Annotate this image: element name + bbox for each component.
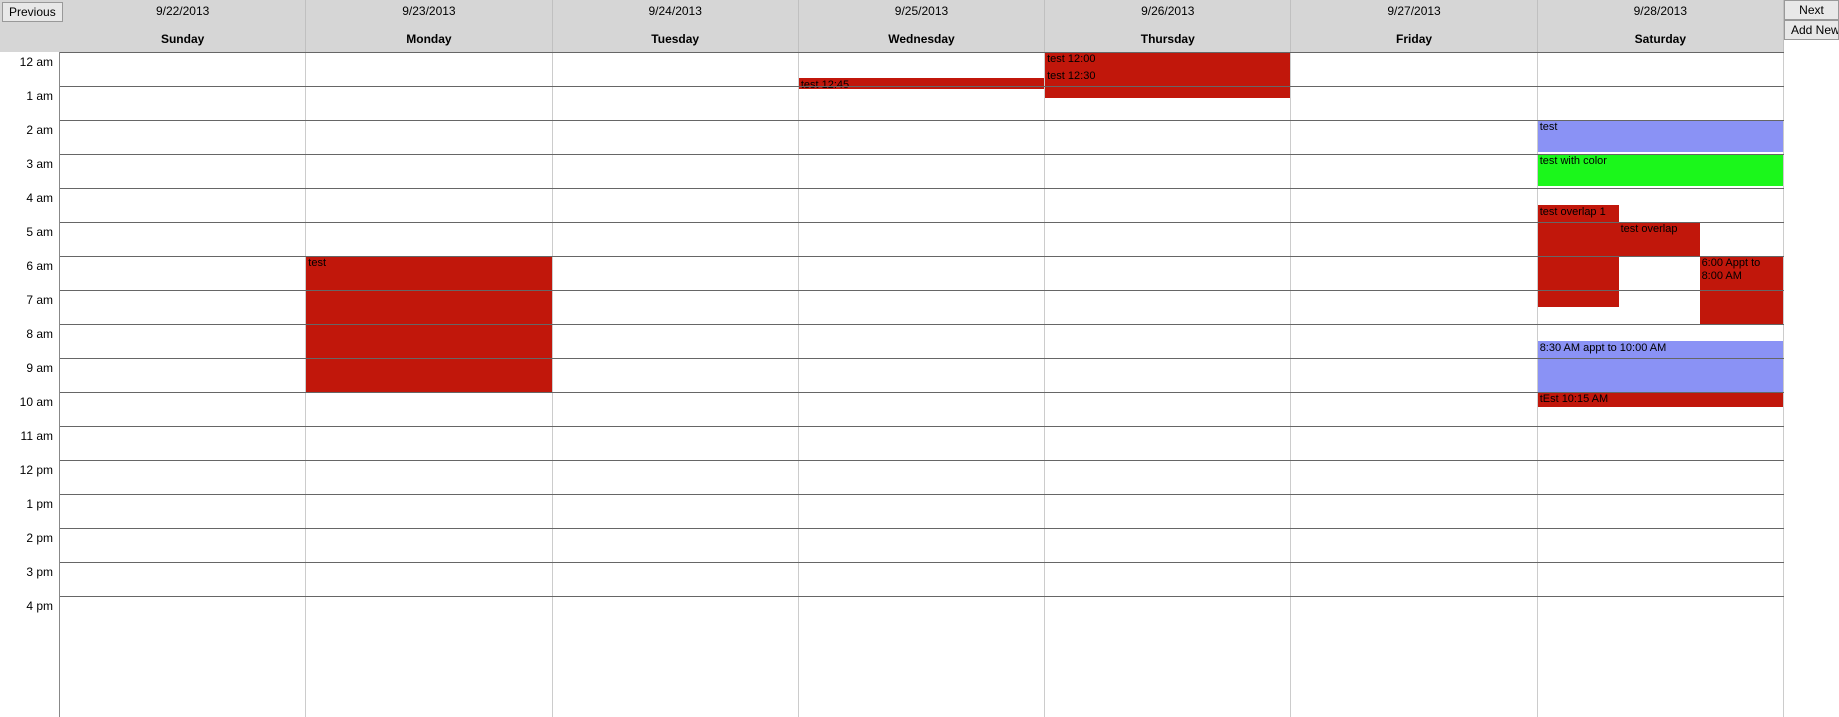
calendar-event[interactable]: tEst 10:15 AM: [1538, 392, 1783, 407]
day-header[interactable]: 9/28/2013 Saturday: [1538, 0, 1784, 52]
hour-label: 11 am: [21, 429, 53, 443]
day-column[interactable]: [553, 52, 799, 717]
hour-label: 6 am: [26, 259, 53, 273]
date-label: 9/26/2013: [1141, 4, 1194, 18]
hour-label: 1 pm: [26, 497, 53, 511]
day-header[interactable]: 9/25/2013 Wednesday: [799, 0, 1045, 52]
calendar-header: Previous 9/22/2013Sunday9/23/2013Monday9…: [0, 0, 1784, 52]
day-column[interactable]: test 12:45: [799, 52, 1045, 717]
date-label: 9/22/2013: [156, 4, 209, 18]
day-name-label: Thursday: [1141, 32, 1195, 46]
calendar-week-view: Previous 9/22/2013Sunday9/23/2013Monday9…: [0, 0, 1839, 717]
calendar-event[interactable]: test 12:45: [799, 78, 1044, 90]
previous-button-cell: Previous: [0, 0, 60, 52]
date-label: 9/25/2013: [895, 4, 948, 18]
day-name-label: Monday: [406, 32, 451, 46]
day-header[interactable]: 9/22/2013 Sunday: [60, 0, 306, 52]
hour-label: 4 am: [26, 191, 53, 205]
calendar-event[interactable]: test with color: [1538, 154, 1783, 186]
hour-label: 3 am: [26, 157, 53, 171]
right-sidebar: Next Add New: [1784, 0, 1839, 717]
date-label: 9/24/2013: [649, 4, 702, 18]
add-new-button[interactable]: Add New: [1784, 20, 1839, 40]
day-column[interactable]: [1291, 52, 1537, 717]
next-button[interactable]: Next: [1784, 0, 1839, 20]
hour-label: 10 am: [20, 395, 53, 409]
hour-label: 12 am: [20, 55, 53, 69]
calendar-event[interactable]: test 12:30: [1045, 69, 1290, 98]
date-header-row: 9/22/2013 Sunday 9/23/2013 Monday 9/24/2013 T…: [60, 0, 1784, 52]
hour-label: 8 am: [26, 327, 53, 341]
time-gutter: 12 am 1 am 2 am 3 am 4 am 5 am 6 am 7 am 8 am 9 a…: [0, 52, 60, 717]
day-column[interactable]: [60, 52, 306, 717]
calendar-event[interactable]: test overlap 1: [1538, 205, 1619, 307]
hour-label: 7 am: [26, 293, 53, 307]
calendar-main: Previous 9/22/2013Sunday9/23/2013Monday9…: [0, 0, 1784, 717]
day-name-label: Sunday: [161, 32, 204, 46]
calendar-grid: 12 am 1 am 2 am 3 am 4 am 5 am 6 am 7 am 8 am 9 a…: [0, 52, 1784, 717]
date-label: 9/27/2013: [1387, 4, 1440, 18]
day-name-label: Tuesday: [651, 32, 699, 46]
previous-button[interactable]: Previous: [2, 2, 63, 22]
day-name-label: Saturday: [1635, 32, 1686, 46]
day-name-label: Friday: [1396, 32, 1432, 46]
day-header[interactable]: 9/27/2013 Friday: [1291, 0, 1537, 52]
day-header[interactable]: 9/24/2013 Tuesday: [553, 0, 799, 52]
calendar-event[interactable]: test overlap: [1619, 222, 1700, 256]
day-header[interactable]: 9/26/2013 Thursday: [1045, 0, 1291, 52]
calendar-event[interactable]: 8:30 AM appt to 10:00 AM: [1538, 341, 1783, 392]
hour-label: 3 pm: [26, 565, 53, 579]
hour-label: 1 am: [26, 89, 53, 103]
hour-label: 5 am: [26, 225, 53, 239]
calendar-event[interactable]: test: [1538, 120, 1783, 152]
day-header[interactable]: 9/23/2013 Monday: [306, 0, 552, 52]
hour-label: 2 pm: [26, 531, 53, 545]
calendar-event[interactable]: test: [306, 256, 551, 392]
hour-label: 4 pm: [26, 599, 53, 613]
date-label: 9/23/2013: [402, 4, 455, 18]
day-columns: testtest 12:45test 12:00test 12:30testte…: [60, 52, 1784, 717]
day-column[interactable]: test: [306, 52, 552, 717]
hour-label: 2 am: [26, 123, 53, 137]
date-label: 9/28/2013: [1634, 4, 1687, 18]
day-column[interactable]: testtest with color test overlap 1test ov…: [1538, 52, 1784, 717]
hour-label: 9 am: [26, 361, 53, 375]
calendar-event[interactable]: 6:00 Appt to 8:00 AM: [1700, 256, 1783, 324]
day-column[interactable]: test 12:00test 12:30: [1045, 52, 1291, 717]
hour-label: 12 pm: [20, 463, 53, 477]
day-name-label: Wednesday: [888, 32, 954, 46]
